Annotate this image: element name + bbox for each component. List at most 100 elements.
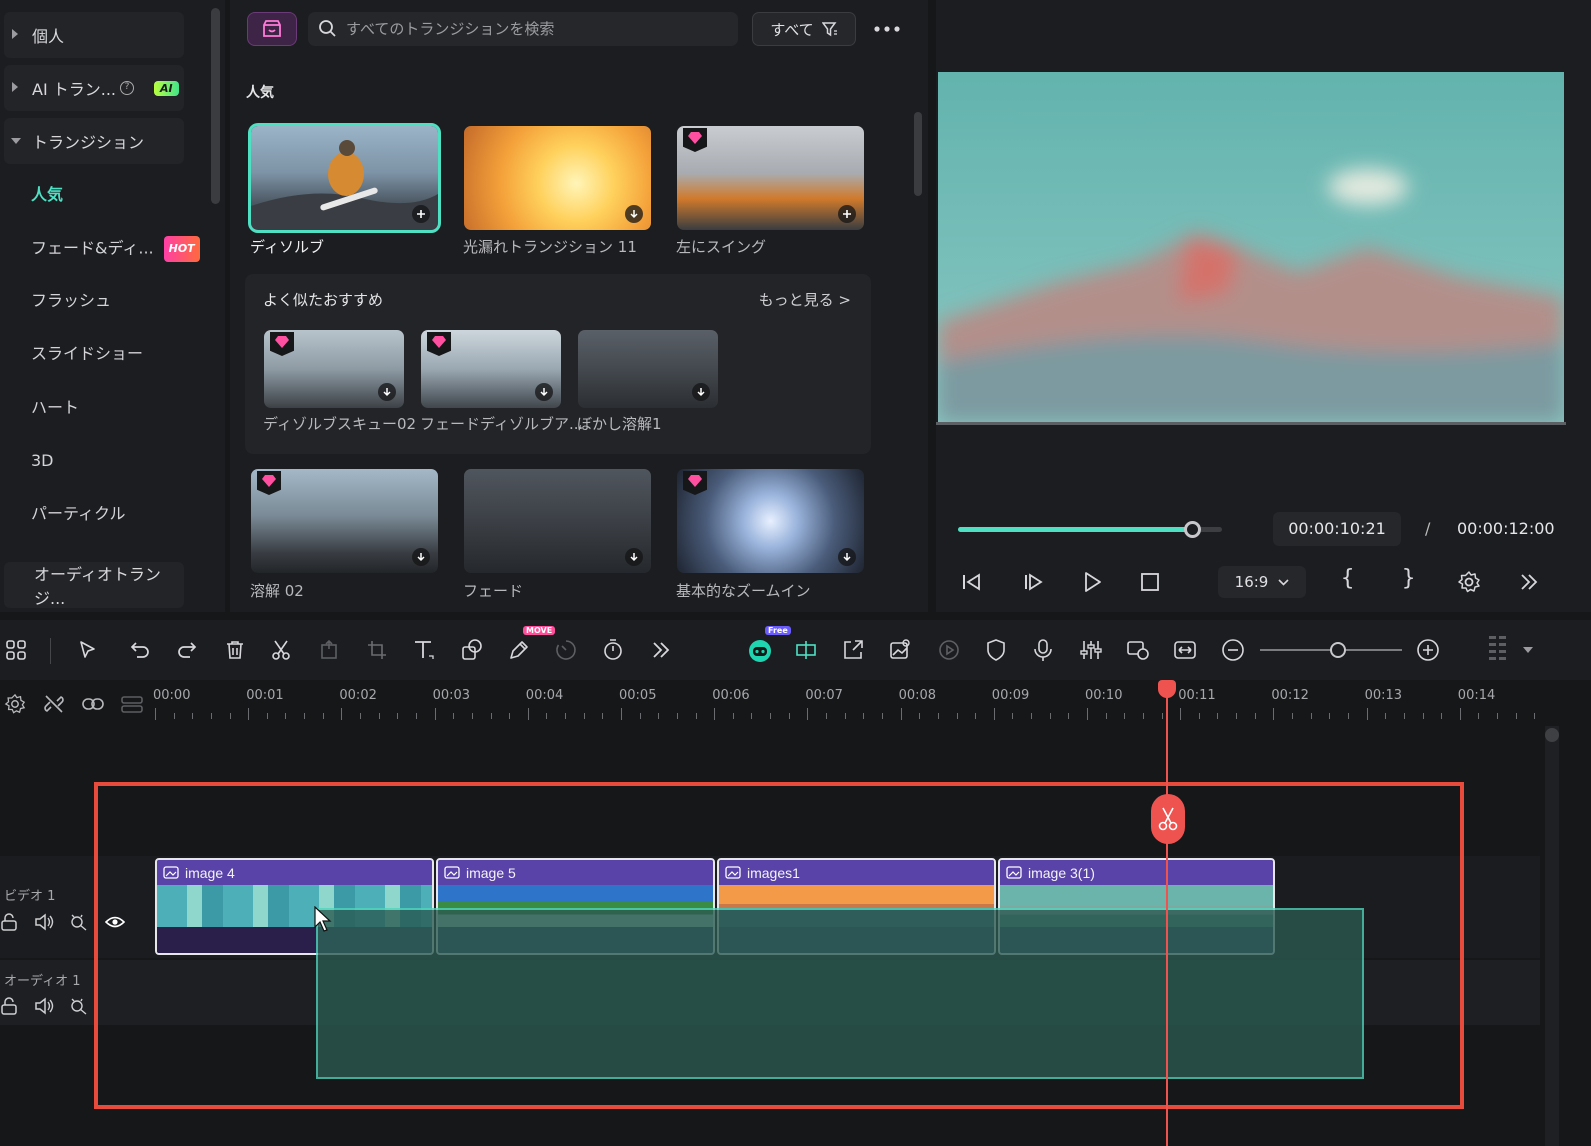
zoom-slider-handle[interactable]: [1330, 642, 1347, 658]
more-options-button[interactable]: [870, 12, 904, 46]
sidebar-header-ai-transition[interactable]: AI トラン... ? AI: [4, 65, 184, 111]
duration-button[interactable]: [597, 634, 629, 666]
extract-button[interactable]: [313, 634, 345, 666]
transition-thumb-dissolve[interactable]: [248, 123, 441, 233]
select-tool-button[interactable]: [72, 634, 104, 666]
download-icon[interactable]: [378, 383, 396, 401]
track-ai-button[interactable]: [67, 910, 91, 934]
playhead-split-button[interactable]: [1151, 794, 1185, 844]
sidebar-item-popular[interactable]: 人気: [31, 183, 63, 207]
timeline-ruler[interactable]: 00:00 00:01 00:02 00:03 00:04 00:05 00:06 00:07…: [0, 680, 1591, 728]
transition-thumb-swing-left[interactable]: [677, 126, 864, 230]
sidebar-item-particle[interactable]: パーティクル: [31, 502, 126, 526]
track-mute-button[interactable]: [32, 910, 56, 934]
undo-button[interactable]: [124, 634, 156, 666]
picture-in-picture-button[interactable]: [1122, 634, 1154, 666]
track-height-button[interactable]: [120, 692, 144, 716]
pen-button[interactable]: MOVE: [503, 626, 556, 666]
download-icon[interactable]: [625, 548, 643, 566]
track-lock-button[interactable]: [0, 910, 22, 934]
playback-progress-bar[interactable]: [958, 521, 1222, 538]
toolbar-dropdown[interactable]: [1518, 634, 1538, 666]
progress-handle[interactable]: [1183, 521, 1201, 538]
export-clip-button[interactable]: [837, 634, 869, 666]
transition-thumb-dissolve-02[interactable]: [251, 469, 438, 573]
text-button[interactable]: [408, 634, 440, 666]
redo-button[interactable]: [171, 634, 203, 666]
help-icon[interactable]: ?: [120, 81, 135, 95]
transition-thumb-basic-zoom-in[interactable]: [677, 469, 864, 573]
sidebar-item-heart[interactable]: ハート: [31, 396, 79, 420]
add-icon[interactable]: [838, 205, 856, 223]
audio-mute-button[interactable]: [32, 994, 56, 1018]
transition-thumb-fade[interactable]: [464, 469, 651, 573]
audio-lock-button[interactable]: [0, 994, 22, 1018]
image-edit-button[interactable]: [884, 634, 916, 666]
sidebar-item-fade-dissolve[interactable]: フェード&ディ... HOT: [31, 236, 200, 262]
audio-mixer-button[interactable]: [1075, 634, 1107, 666]
delete-button[interactable]: [219, 634, 251, 666]
playhead-handle[interactable]: [1158, 680, 1176, 698]
mark-out-button[interactable]: }: [1402, 566, 1415, 591]
transition-thumb-fade-dissolve[interactable]: [421, 330, 561, 408]
sidebar-item-flash[interactable]: フラッシュ: [31, 289, 111, 313]
download-icon[interactable]: [412, 548, 430, 566]
sidebar-scrollbar[interactable]: [211, 8, 220, 204]
see-more-link[interactable]: もっと見る >: [759, 289, 851, 310]
split-button[interactable]: [265, 634, 297, 666]
mask-button[interactable]: [980, 634, 1012, 666]
play-button[interactable]: [1076, 566, 1108, 598]
sidebar-header-personal[interactable]: 個人: [4, 12, 184, 58]
shape-button[interactable]: [456, 634, 488, 666]
transition-thumb-dissolve-skew[interactable]: [264, 330, 404, 408]
audio-ai-button[interactable]: [67, 994, 91, 1018]
motion-button[interactable]: [933, 634, 965, 666]
search-box[interactable]: [308, 12, 738, 46]
timeline-scroll-handle[interactable]: [1545, 728, 1559, 742]
preview-settings-button[interactable]: [1453, 566, 1485, 598]
track-layout-button[interactable]: [1482, 634, 1514, 666]
download-icon[interactable]: [838, 548, 856, 566]
preview-canvas[interactable]: [938, 72, 1564, 422]
filter-button[interactable]: すべて: [752, 12, 856, 46]
sidebar-header-transition[interactable]: トランジション: [4, 118, 184, 164]
ruler-tick: [844, 713, 846, 719]
timeline-settings-button[interactable]: [3, 692, 27, 716]
mark-in-button[interactable]: {: [1341, 566, 1354, 591]
playhead-line[interactable]: [1166, 680, 1168, 1146]
ruler-tick: [490, 713, 492, 719]
transition-thumb-blur-dissolve[interactable]: [578, 330, 718, 408]
dotted-grid-icon: [1489, 636, 1506, 660]
voiceover-button[interactable]: [1027, 634, 1059, 666]
timeline-vertical-scrollbar[interactable]: [1545, 726, 1559, 1146]
store-button[interactable]: [247, 12, 297, 46]
aspect-ratio-select[interactable]: 16:9: [1218, 566, 1306, 598]
download-icon[interactable]: [692, 383, 710, 401]
auto-fit-button[interactable]: [790, 634, 822, 666]
sidebar-item-3d[interactable]: 3D: [31, 449, 54, 473]
search-input[interactable]: [346, 20, 706, 38]
stop-button[interactable]: [1134, 566, 1166, 598]
previous-frame-button[interactable]: [956, 566, 988, 598]
link-button[interactable]: [81, 692, 105, 716]
layout-button[interactable]: [0, 634, 32, 666]
download-icon[interactable]: [535, 383, 553, 401]
download-icon[interactable]: [625, 205, 643, 223]
fit-timeline-button[interactable]: [1169, 634, 1201, 666]
ai-copilot-button[interactable]: Free: [744, 626, 791, 666]
crop-button[interactable]: [361, 634, 393, 666]
library-scrollbar[interactable]: [914, 112, 922, 196]
next-frame-button[interactable]: [1017, 566, 1049, 598]
zoom-out-button[interactable]: [1217, 634, 1249, 666]
add-icon[interactable]: [412, 205, 430, 223]
hot-badge: HOT: [163, 236, 200, 262]
transition-thumb-light-leak[interactable]: [464, 126, 651, 230]
sidebar-item-slideshow[interactable]: スライドショー: [31, 342, 143, 366]
current-timecode[interactable]: 00:00:10:21: [1273, 512, 1401, 546]
preview-more-button[interactable]: [1513, 566, 1545, 598]
unlink-button[interactable]: [42, 692, 66, 716]
sidebar-header-audio-transition[interactable]: オーディオトランジ...: [4, 562, 184, 608]
speed-button[interactable]: [550, 634, 582, 666]
more-tools-button[interactable]: [645, 634, 677, 666]
zoom-in-button[interactable]: [1412, 634, 1444, 666]
